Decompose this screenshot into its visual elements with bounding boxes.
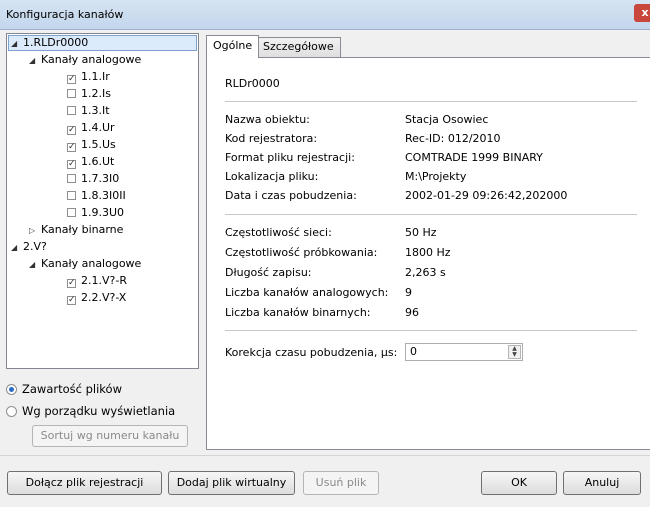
channel-tree[interactable]: ◢ 1.RLDr0000 ◢ Kanały analogowe ✓ 1.1.Ir 1.… [6, 33, 199, 369]
time-correction-label: Korekcja czasu pobudzenia, µs: [225, 346, 398, 359]
channel-label: 1.8.3I0II [81, 189, 126, 202]
record-length-label: Długość zapisu: [225, 266, 312, 279]
expanded-triangle-icon[interactable]: ◢ [29, 257, 41, 273]
channel-checkbox[interactable]: ✓ [67, 126, 76, 135]
tree-node-label: Kanały binarne [41, 223, 124, 236]
channel-label: 2.1.V?-R [81, 274, 127, 287]
channel-checkbox[interactable] [67, 191, 76, 200]
expanded-triangle-icon[interactable]: ◢ [29, 53, 41, 69]
tree-channel-item[interactable]: 1.9.3U0 [67, 205, 124, 221]
sampling-frequency-label: Częstotliwość próbkowania: [225, 246, 378, 259]
time-correction-spinner[interactable]: 0 ▲ ▼ [405, 343, 523, 361]
tree-channel-item[interactable]: ✓ 1.4.Ur [67, 120, 115, 136]
channel-label: 1.7.3I0 [81, 172, 120, 185]
separator [225, 214, 637, 215]
object-name-label: Nazwa obiektu: [225, 113, 310, 126]
tree-node-label: Kanały analogowe [41, 53, 142, 66]
trigger-time-value: 2002-01-29 09:26:42,202000 [405, 189, 568, 202]
radio-label: Zawartość plików [22, 382, 123, 396]
cancel-button[interactable]: Anuluj [563, 471, 641, 495]
channel-label: 1.9.3U0 [81, 206, 125, 219]
ok-button[interactable]: OK [481, 471, 557, 495]
file-format-value: COMTRADE 1999 BINARY [405, 151, 543, 164]
tree-node-label: 2.V? [23, 240, 47, 253]
channel-checkbox[interactable] [67, 106, 76, 115]
tree-node-label: Kanały analogowe [41, 257, 142, 270]
channel-label: 2.2.V?-X [81, 291, 127, 304]
tab-details[interactable]: Szczegółowe [256, 37, 341, 57]
radio-display-order[interactable]: Wg porządku wyświetlania [6, 402, 175, 420]
channel-checkbox[interactable] [67, 208, 76, 217]
channel-checkbox[interactable]: ✓ [67, 75, 76, 84]
radio-file-content[interactable]: Zawartość plików [6, 380, 122, 398]
recording-heading: RLDr0000 [225, 77, 280, 90]
tree-channel-item[interactable]: ✓ 2.2.V?-X [67, 290, 126, 306]
tree-node-analog-group[interactable]: ◢ Kanały analogowe [29, 52, 141, 68]
tree-node-binary-group[interactable]: ▷ Kanały binarne [29, 222, 123, 238]
analog-count-label: Liczba kanałów analogowych: [225, 286, 389, 299]
binary-count-label: Liczba kanałów binarnych: [225, 306, 371, 319]
channel-label: 1.1.Ir [81, 70, 110, 83]
radio-selected-icon[interactable] [6, 384, 17, 395]
network-frequency-value: 50 Hz [405, 226, 437, 239]
tree-channel-item[interactable]: 1.2.Is [67, 86, 111, 102]
close-icon[interactable]: x [634, 4, 650, 22]
sort-by-channel-button[interactable]: Sortuj wg numeru kanału [32, 425, 188, 447]
binary-count-value: 96 [405, 306, 419, 319]
radio-unselected-icon[interactable] [6, 406, 17, 417]
channel-label: 1.6.Ut [81, 155, 115, 168]
separator [225, 330, 637, 331]
tree-channel-item[interactable]: ✓ 1.6.Ut [67, 154, 114, 170]
time-correction-value[interactable]: 0 [410, 345, 417, 358]
tree-channel-item[interactable]: 1.8.3I0II [67, 188, 126, 204]
object-name-value: Stacja Osowiec [405, 113, 489, 126]
file-location-label: Lokalizacja pliku: [225, 170, 319, 183]
channel-checkbox[interactable] [67, 174, 76, 183]
remove-file-button[interactable]: Usuń plik [303, 471, 379, 495]
analog-count-value: 9 [405, 286, 412, 299]
channel-checkbox[interactable]: ✓ [67, 143, 76, 152]
tree-channel-item[interactable]: ✓ 1.5.Us [67, 137, 116, 153]
add-virtual-file-button[interactable]: Dodaj plik wirtualny [168, 471, 295, 495]
channel-checkbox[interactable]: ✓ [67, 296, 76, 305]
tree-channel-item[interactable]: 1.3.It [67, 103, 110, 119]
file-location-value: M:\Projekty [405, 170, 467, 183]
tab-general[interactable]: Ogólne [206, 35, 260, 58]
spinner-arrows-icon[interactable]: ▲ ▼ [508, 345, 521, 359]
tree-node-recording-2[interactable]: ◢ 2.V? [11, 239, 47, 255]
button-bar: Dołącz plik rejestracji Dodaj plik wirtu… [0, 455, 650, 507]
sampling-frequency-value: 1800 Hz [405, 246, 451, 259]
tree-node-recording-1[interactable]: ◢ 1.RLDr0000 [8, 35, 197, 51]
recorder-code-label: Kod rejestratora: [225, 132, 318, 145]
channel-label: 1.2.Is [81, 87, 111, 100]
expanded-triangle-icon[interactable]: ◢ [11, 37, 23, 51]
collapsed-triangle-icon[interactable]: ▷ [29, 223, 41, 239]
channel-label: 1.3.It [81, 104, 110, 117]
window-title: Konfiguracja kanałów [6, 8, 124, 21]
general-tab-panel: RLDr0000 Nazwa obiektu: Stacja Osowiec K… [206, 57, 650, 450]
title-bar: Konfiguracja kanałów x [0, 0, 650, 30]
file-format-label: Format pliku rejestracji: [225, 151, 355, 164]
tree-channel-item[interactable]: 1.7.3I0 [67, 171, 119, 187]
tree-channel-item[interactable]: ✓ 2.1.V?-R [67, 273, 127, 289]
tree-channel-item[interactable]: ✓ 1.1.Ir [67, 69, 110, 85]
channel-checkbox[interactable]: ✓ [67, 279, 76, 288]
tree-node-analog-group[interactable]: ◢ Kanały analogowe [29, 256, 141, 272]
recorder-code-value: Rec-ID: 012/2010 [405, 132, 501, 145]
separator [225, 101, 637, 102]
channel-label: 1.5.Us [81, 138, 116, 151]
channel-label: 1.4.Ur [81, 121, 115, 134]
channel-checkbox[interactable]: ✓ [67, 160, 76, 169]
expanded-triangle-icon[interactable]: ◢ [11, 240, 23, 256]
channel-checkbox[interactable] [67, 89, 76, 98]
record-length-value: 2,263 s [405, 266, 446, 279]
attach-recording-button[interactable]: Dołącz plik rejestracji [7, 471, 162, 495]
tree-node-label: 1.RLDr0000 [23, 36, 89, 49]
trigger-time-label: Data i czas pobudzenia: [225, 189, 357, 202]
network-frequency-label: Częstotliwość sieci: [225, 226, 332, 239]
radio-label: Wg porządku wyświetlania [22, 404, 176, 418]
